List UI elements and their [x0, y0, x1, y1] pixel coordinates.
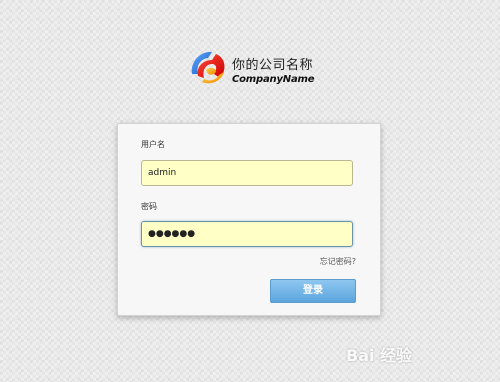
- login-button[interactable]: 登录: [270, 279, 356, 303]
- forgot-password-link[interactable]: 忘记密码?: [320, 256, 356, 267]
- password-input[interactable]: ●●●●●●: [141, 221, 353, 247]
- company-name-cn: 你的公司名称: [232, 58, 314, 73]
- password-label: 密码: [141, 202, 157, 211]
- sphere-logo-icon: [191, 51, 225, 84]
- company-name-en: CompanyName: [232, 74, 315, 85]
- watermark-text: Bai 经验: [346, 346, 413, 365]
- username-input[interactable]: admin: [141, 160, 353, 186]
- username-label: 用户名: [141, 140, 165, 149]
- login-form: 用户名 admin 密码 ●●●●●● 忘记密码? 登录: [117, 123, 381, 316]
- company-logo: 你的公司名称 CompanyName: [186, 46, 326, 92]
